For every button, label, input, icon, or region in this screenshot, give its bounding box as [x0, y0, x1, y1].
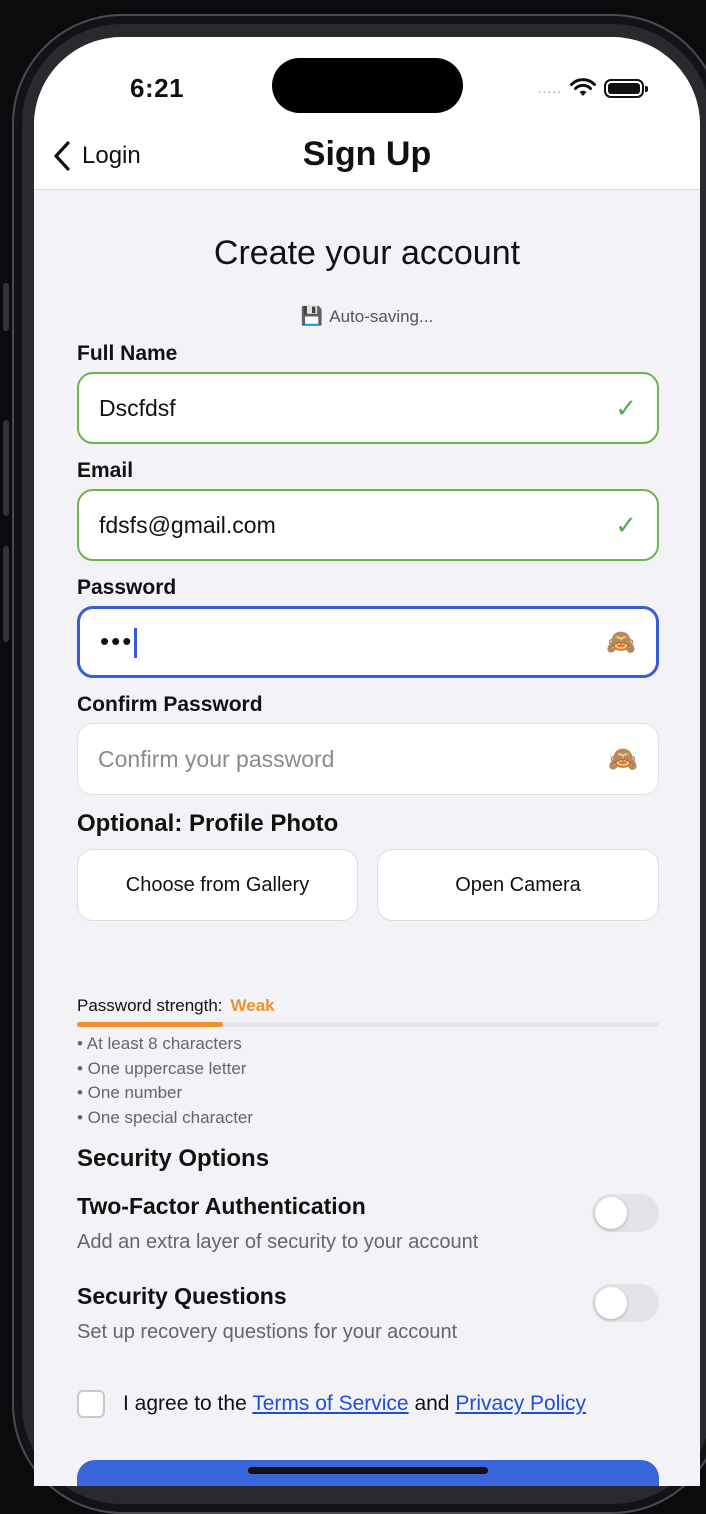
autosave-status: 💾 Auto-saving... — [34, 306, 700, 327]
terms-agreement: I agree to the Terms of Service and Priv… — [77, 1390, 586, 1418]
see-no-evil-monkey-icon[interactable]: 🙈 — [608, 745, 638, 774]
side-button — [3, 420, 9, 516]
two-factor-title: Two-Factor Authentication — [77, 1193, 366, 1219]
side-button — [3, 283, 9, 331]
see-no-evil-monkey-icon[interactable]: 🙈 — [606, 628, 636, 657]
autosave-text: Auto-saving... — [329, 307, 434, 326]
confirm-password-label: Confirm Password — [77, 693, 263, 716]
cellular-signal-icon: ..... — [537, 80, 562, 96]
two-factor-description: Add an extra layer of security to your a… — [77, 1231, 479, 1253]
wifi-icon — [570, 78, 596, 96]
requirement-item: • One uppercase letter — [77, 1059, 247, 1078]
password-strength-label: Password strength: — [77, 996, 223, 1015]
side-button — [3, 546, 9, 642]
checkmark-icon: ✓ — [615, 509, 637, 540]
navigation-bar: Login Sign Up — [34, 135, 700, 190]
security-options-heading: Security Options — [77, 1145, 270, 1172]
screen: 6:21 ..... Login Sign Up Create your acc… — [34, 37, 700, 1486]
home-indicator — [248, 1467, 488, 1474]
password-label: Password — [77, 576, 177, 599]
terms-and: and — [414, 1392, 450, 1415]
email-field[interactable]: fdsfs@gmail.com ✓ — [77, 489, 659, 561]
password-strength: Password strength: Weak — [77, 996, 275, 1016]
password-strength-fill — [77, 1022, 223, 1027]
terms-of-service-link[interactable]: Terms of Service — [252, 1392, 408, 1415]
password-field[interactable]: ••• 🙈 — [77, 606, 659, 678]
floppy-disk-icon: 💾 — [300, 306, 324, 326]
profile-photo-label: Optional: Profile Photo — [77, 810, 339, 837]
page-title: Sign Up — [302, 135, 432, 173]
security-questions-toggle[interactable] — [592, 1284, 659, 1322]
checkmark-icon: ✓ — [615, 392, 637, 423]
requirement-item: • One special character — [77, 1108, 254, 1127]
requirement-item: • One number — [77, 1083, 183, 1102]
password-value: ••• — [100, 625, 134, 656]
terms-text: I agree to the Terms of Service and Priv… — [123, 1392, 586, 1416]
terms-checkbox[interactable] — [77, 1390, 105, 1418]
open-camera-button[interactable]: Open Camera — [377, 849, 659, 921]
status-bar: 6:21 ..... — [34, 37, 700, 137]
security-questions-title: Security Questions — [77, 1283, 287, 1309]
status-time: 6:21 — [130, 73, 185, 103]
confirm-password-placeholder: Confirm your password — [98, 745, 335, 772]
form-heading: Create your account — [213, 234, 521, 272]
terms-prefix: I agree to the — [123, 1392, 247, 1415]
requirement-item: • At least 8 characters — [77, 1034, 242, 1053]
two-factor-toggle[interactable] — [592, 1194, 659, 1232]
email-value: fdsfs@gmail.com — [99, 511, 276, 538]
full-name-field[interactable]: Dscfdsf ✓ — [77, 372, 659, 444]
security-questions-description: Set up recovery questions for your accou… — [77, 1321, 458, 1343]
choose-from-gallery-button[interactable]: Choose from Gallery — [77, 849, 358, 921]
status-indicators: ..... — [537, 74, 648, 102]
privacy-policy-link[interactable]: Privacy Policy — [455, 1392, 586, 1415]
toggle-knob — [595, 1287, 627, 1319]
full-name-value: Dscfdsf — [99, 394, 176, 421]
signup-form: Create your account 💾 Auto-saving... Full… — [34, 190, 700, 1486]
toggle-knob — [595, 1197, 627, 1229]
text-cursor — [134, 628, 137, 659]
battery-icon — [604, 78, 648, 98]
dynamic-island — [272, 58, 463, 113]
confirm-password-field[interactable]: Confirm your password 🙈 — [77, 723, 659, 795]
full-name-label: Full Name — [77, 342, 178, 365]
email-label: Email — [77, 459, 134, 482]
password-strength-bar — [77, 1022, 659, 1027]
password-strength-level: Weak — [230, 996, 275, 1015]
